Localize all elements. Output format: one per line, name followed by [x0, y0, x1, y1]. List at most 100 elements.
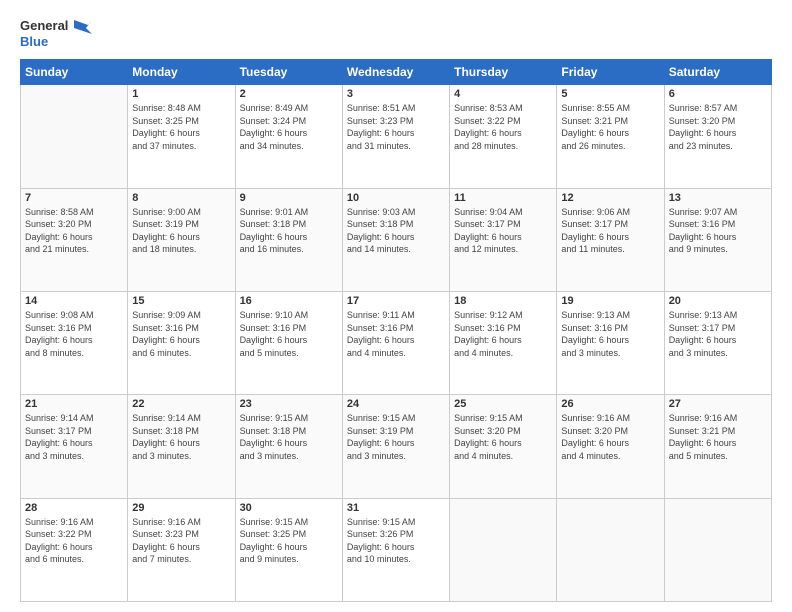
day-info: Sunrise: 8:58 AM Sunset: 3:20 PM Dayligh…	[25, 206, 123, 256]
day-info: Sunrise: 9:08 AM Sunset: 3:16 PM Dayligh…	[25, 309, 123, 359]
day-info: Sunrise: 9:16 AM Sunset: 3:21 PM Dayligh…	[669, 412, 767, 462]
calendar-cell: 11Sunrise: 9:04 AM Sunset: 3:17 PM Dayli…	[450, 188, 557, 291]
day-info: Sunrise: 9:15 AM Sunset: 3:25 PM Dayligh…	[240, 516, 338, 566]
day-number: 3	[347, 88, 445, 100]
day-number: 29	[132, 502, 230, 514]
calendar-cell: 30 Sunrise: 9:15 AM Sunset: 3:25 PM Dayli…	[235, 498, 342, 601]
day-number: 6	[669, 88, 767, 100]
weekday-header-tuesday: Tuesday	[235, 60, 342, 85]
day-number: 14	[25, 295, 123, 307]
calendar-cell	[21, 85, 128, 188]
calendar-cell: 1 Sunrise: 8:48 AM Sunset: 3:25 PM Daylig…	[128, 85, 235, 188]
day-info: Sunrise: 9:10 AM Sunset: 3:16 PM Dayligh…	[240, 309, 338, 359]
calendar-cell: 12 Sunrise: 9:06 AM Sunset: 3:17 PM Dayli…	[557, 188, 664, 291]
day-number: 9	[240, 192, 338, 204]
day-info: Sunrise: 9:16 AM Sunset: 3:23 PM Dayligh…	[132, 516, 230, 566]
day-info: Sunrise: 9:14 AM Sunset: 3:17 PM Dayligh…	[25, 412, 123, 462]
day-number: 5	[561, 88, 659, 100]
day-number: 2	[240, 88, 338, 100]
calendar-cell: 8Sunrise: 9:00 AM Sunset: 3:19 PM Daylig…	[128, 188, 235, 291]
day-number: 22	[132, 398, 230, 410]
day-info: Sunrise: 8:53 AM Sunset: 3:22 PM Dayligh…	[454, 102, 552, 152]
calendar-cell: 17 Sunrise: 9:11 AM Sunset: 3:16 PM Dayli…	[342, 291, 449, 394]
calendar-cell: 28Sunrise: 9:16 AM Sunset: 3:22 PM Dayli…	[21, 498, 128, 601]
day-number: 7	[25, 192, 123, 204]
calendar-cell: 24 Sunrise: 9:15 AM Sunset: 3:19 PM Dayli…	[342, 395, 449, 498]
day-info: Sunrise: 9:15 AM Sunset: 3:26 PM Dayligh…	[347, 516, 445, 566]
day-number: 15	[132, 295, 230, 307]
day-number: 17	[347, 295, 445, 307]
day-info: Sunrise: 9:09 AM Sunset: 3:16 PM Dayligh…	[132, 309, 230, 359]
weekday-header-monday: Monday	[128, 60, 235, 85]
page: General Blue SundayMondayTuesdayWednesda…	[0, 0, 792, 612]
calendar-cell: 6 Sunrise: 8:57 AM Sunset: 3:20 PM Daylig…	[664, 85, 771, 188]
day-info: Sunrise: 9:01 AM Sunset: 3:18 PM Dayligh…	[240, 206, 338, 256]
weekday-header-saturday: Saturday	[664, 60, 771, 85]
calendar-cell: 21 Sunrise: 9:14 AM Sunset: 3:17 PM Dayli…	[21, 395, 128, 498]
day-info: Sunrise: 9:12 AM Sunset: 3:16 PM Dayligh…	[454, 309, 552, 359]
day-number: 16	[240, 295, 338, 307]
calendar-table: SundayMondayTuesdayWednesdayThursdayFrid…	[20, 59, 772, 602]
weekday-header-thursday: Thursday	[450, 60, 557, 85]
calendar-cell: 18Sunrise: 9:12 AM Sunset: 3:16 PM Dayli…	[450, 291, 557, 394]
calendar-cell: 25 Sunrise: 9:15 AM Sunset: 3:20 PM Dayli…	[450, 395, 557, 498]
calendar-cell: 13 Sunrise: 9:07 AM Sunset: 3:16 PM Dayli…	[664, 188, 771, 291]
day-info: Sunrise: 9:13 AM Sunset: 3:17 PM Dayligh…	[669, 309, 767, 359]
day-info: Sunrise: 9:15 AM Sunset: 3:19 PM Dayligh…	[347, 412, 445, 462]
day-number: 27	[669, 398, 767, 410]
day-number: 10	[347, 192, 445, 204]
day-info: Sunrise: 8:55 AM Sunset: 3:21 PM Dayligh…	[561, 102, 659, 152]
day-info: Sunrise: 9:06 AM Sunset: 3:17 PM Dayligh…	[561, 206, 659, 256]
calendar-cell: 27 Sunrise: 9:16 AM Sunset: 3:21 PM Dayli…	[664, 395, 771, 498]
logo-text: General Blue	[20, 18, 92, 49]
day-info: Sunrise: 8:48 AM Sunset: 3:25 PM Dayligh…	[132, 102, 230, 152]
day-number: 1	[132, 88, 230, 100]
day-info: Sunrise: 9:15 AM Sunset: 3:20 PM Dayligh…	[454, 412, 552, 462]
calendar-cell: 26 Sunrise: 9:16 AM Sunset: 3:20 PM Dayli…	[557, 395, 664, 498]
day-number: 30	[240, 502, 338, 514]
day-info: Sunrise: 9:16 AM Sunset: 3:20 PM Dayligh…	[561, 412, 659, 462]
calendar-cell: 10Sunrise: 9:03 AM Sunset: 3:18 PM Dayli…	[342, 188, 449, 291]
weekday-header-friday: Friday	[557, 60, 664, 85]
day-number: 21	[25, 398, 123, 410]
day-number: 26	[561, 398, 659, 410]
day-info: Sunrise: 9:07 AM Sunset: 3:16 PM Dayligh…	[669, 206, 767, 256]
calendar-cell	[557, 498, 664, 601]
day-number: 23	[240, 398, 338, 410]
day-info: Sunrise: 8:57 AM Sunset: 3:20 PM Dayligh…	[669, 102, 767, 152]
calendar-cell: 16 Sunrise: 9:10 AM Sunset: 3:16 PM Dayli…	[235, 291, 342, 394]
calendar-cell: 31 Sunrise: 9:15 AM Sunset: 3:26 PM Dayli…	[342, 498, 449, 601]
day-number: 25	[454, 398, 552, 410]
weekday-header-wednesday: Wednesday	[342, 60, 449, 85]
calendar-cell: 9 Sunrise: 9:01 AM Sunset: 3:18 PM Daylig…	[235, 188, 342, 291]
calendar-cell: 15 Sunrise: 9:09 AM Sunset: 3:16 PM Dayli…	[128, 291, 235, 394]
day-number: 28	[25, 502, 123, 514]
day-info: Sunrise: 9:00 AM Sunset: 3:19 PM Dayligh…	[132, 206, 230, 256]
day-info: Sunrise: 9:11 AM Sunset: 3:16 PM Dayligh…	[347, 309, 445, 359]
day-number: 13	[669, 192, 767, 204]
day-info: Sunrise: 9:04 AM Sunset: 3:17 PM Dayligh…	[454, 206, 552, 256]
header: General Blue	[20, 18, 772, 49]
day-number: 19	[561, 295, 659, 307]
calendar-cell: 22Sunrise: 9:14 AM Sunset: 3:18 PM Dayli…	[128, 395, 235, 498]
calendar-cell: 3 Sunrise: 8:51 AM Sunset: 3:23 PM Daylig…	[342, 85, 449, 188]
day-info: Sunrise: 8:49 AM Sunset: 3:24 PM Dayligh…	[240, 102, 338, 152]
day-number: 12	[561, 192, 659, 204]
day-number: 4	[454, 88, 552, 100]
calendar-cell: 20 Sunrise: 9:13 AM Sunset: 3:17 PM Dayli…	[664, 291, 771, 394]
calendar-cell: 29 Sunrise: 9:16 AM Sunset: 3:23 PM Dayli…	[128, 498, 235, 601]
day-number: 20	[669, 295, 767, 307]
calendar-cell: 4 Sunrise: 8:53 AM Sunset: 3:22 PM Daylig…	[450, 85, 557, 188]
calendar-cell: 7 Sunrise: 8:58 AM Sunset: 3:20 PM Daylig…	[21, 188, 128, 291]
day-number: 24	[347, 398, 445, 410]
day-info: Sunrise: 8:51 AM Sunset: 3:23 PM Dayligh…	[347, 102, 445, 152]
day-number: 31	[347, 502, 445, 514]
weekday-header-sunday: Sunday	[21, 60, 128, 85]
calendar-cell: 14 Sunrise: 9:08 AM Sunset: 3:16 PM Dayli…	[21, 291, 128, 394]
day-info: Sunrise: 9:15 AM Sunset: 3:18 PM Dayligh…	[240, 412, 338, 462]
calendar-cell: 23 Sunrise: 9:15 AM Sunset: 3:18 PM Dayli…	[235, 395, 342, 498]
day-info: Sunrise: 9:13 AM Sunset: 3:16 PM Dayligh…	[561, 309, 659, 359]
calendar-cell: 5 Sunrise: 8:55 AM Sunset: 3:21 PM Daylig…	[557, 85, 664, 188]
calendar-cell	[664, 498, 771, 601]
calendar-cell: 2 Sunrise: 8:49 AM Sunset: 3:24 PM Daylig…	[235, 85, 342, 188]
